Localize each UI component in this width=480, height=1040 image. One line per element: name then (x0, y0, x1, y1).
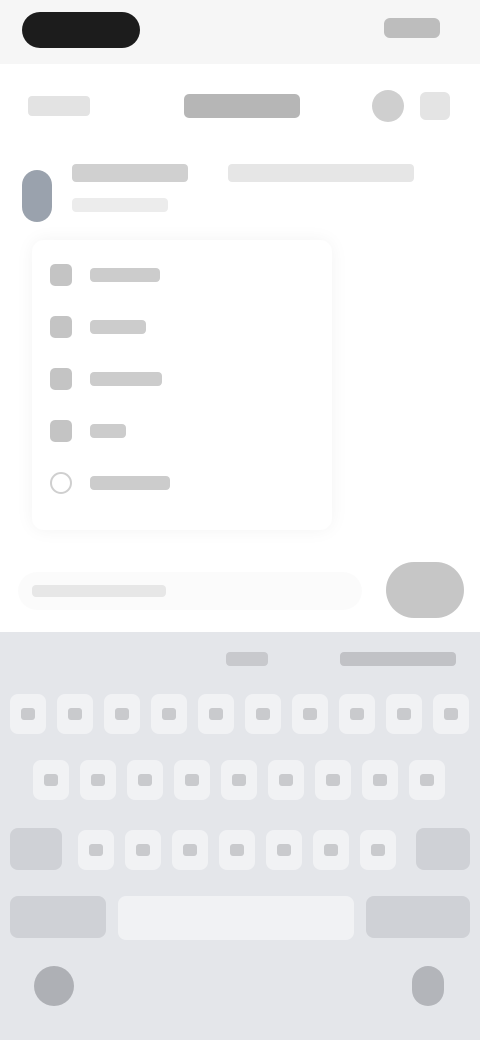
circle-outline-icon (50, 472, 72, 494)
app-header (0, 64, 480, 148)
menu-item-icon (50, 264, 72, 286)
keyboard-key[interactable] (362, 760, 398, 800)
sender-meta (228, 164, 414, 182)
keyboard-key[interactable] (219, 830, 255, 870)
menu-item[interactable] (50, 309, 310, 343)
keyboard-key[interactable] (104, 694, 140, 734)
keyboard-key[interactable] (268, 760, 304, 800)
sender-subtext (72, 198, 168, 212)
keyboard-key[interactable] (151, 694, 187, 734)
avatar[interactable] (22, 170, 52, 222)
keyboard-suggestion[interactable] (226, 652, 268, 666)
return-key[interactable] (366, 896, 470, 938)
keyboard-key[interactable] (172, 830, 208, 870)
menu-item[interactable] (50, 413, 310, 447)
keyboard-key[interactable] (313, 830, 349, 870)
menu-item-icon (50, 368, 72, 390)
keyboard-key[interactable] (198, 694, 234, 734)
message-input[interactable] (18, 572, 362, 610)
menu-item-label (90, 320, 146, 334)
keyboard-key[interactable] (127, 760, 163, 800)
keyboard-key[interactable] (125, 830, 161, 870)
menu-item-label (90, 372, 162, 386)
menu-item-label (90, 476, 170, 490)
keyboard-key[interactable] (221, 760, 257, 800)
menu-item[interactable] (50, 257, 310, 291)
keyboard-key[interactable] (266, 830, 302, 870)
keyboard-key[interactable] (57, 694, 93, 734)
space-bar[interactable] (118, 896, 354, 940)
keyboard-key[interactable] (433, 694, 469, 734)
numbers-key[interactable] (10, 896, 106, 938)
keyboard-key[interactable] (78, 830, 114, 870)
keyboard-key[interactable] (245, 694, 281, 734)
back-button[interactable] (28, 96, 90, 116)
menu-item[interactable] (50, 465, 310, 499)
globe-icon[interactable] (34, 966, 74, 1006)
keyboard-key[interactable] (80, 760, 116, 800)
backspace-key[interactable] (416, 828, 470, 870)
keyboard-key[interactable] (33, 760, 69, 800)
keyboard-key[interactable] (386, 694, 422, 734)
menu-item-icon (50, 420, 72, 442)
message-input-placeholder (32, 585, 166, 597)
header-action-icon[interactable] (372, 90, 404, 122)
header-secondary-icon[interactable] (420, 92, 450, 120)
composer (0, 548, 480, 632)
menu-item-label (90, 268, 160, 282)
menu-item[interactable] (50, 361, 310, 395)
context-menu (32, 240, 332, 530)
status-indicators (384, 18, 440, 38)
keyboard-key[interactable] (339, 694, 375, 734)
keyboard-key[interactable] (409, 760, 445, 800)
keyboard-key[interactable] (360, 830, 396, 870)
shift-key[interactable] (10, 828, 62, 870)
keyboard (0, 632, 480, 1040)
keyboard-key[interactable] (315, 760, 351, 800)
keyboard-suggestion[interactable] (340, 652, 456, 666)
send-button[interactable] (386, 562, 464, 618)
header-title (184, 94, 300, 118)
keyboard-key[interactable] (10, 694, 46, 734)
microphone-icon[interactable] (412, 966, 444, 1006)
keyboard-key[interactable] (292, 694, 328, 734)
menu-item-icon (50, 316, 72, 338)
status-pill (22, 12, 140, 48)
keyboard-key[interactable] (174, 760, 210, 800)
menu-item-label (90, 424, 126, 438)
status-bar (0, 0, 480, 64)
sender-name (72, 164, 188, 182)
